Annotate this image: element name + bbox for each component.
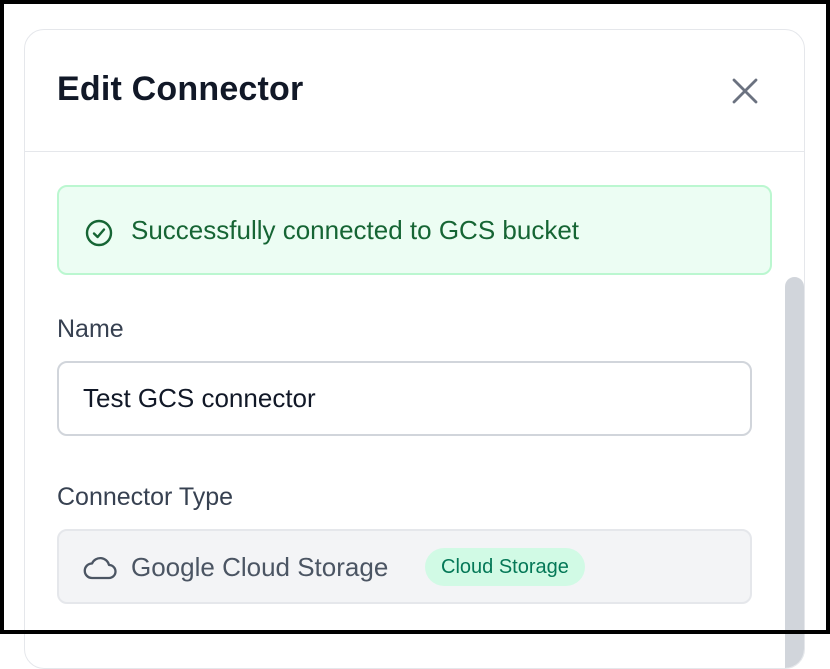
scrollbar-thumb[interactable] [785,277,804,668]
name-input[interactable] [57,361,752,436]
connector-type-field: Google Cloud Storage Cloud Storage [57,529,752,604]
alert-message: Successfully connected to GCS bucket [131,215,580,245]
cloud-icon [83,556,117,580]
close-button[interactable] [728,74,762,108]
connector-type-value: Google Cloud Storage [131,552,389,582]
dialog-title: Edit Connector [57,70,304,108]
connector-type-label: Connector Type [57,483,234,511]
edit-connector-dialog: Edit Connector Successfully connected to… [24,29,805,669]
dialog-header: Edit Connector [25,30,804,152]
success-alert: Successfully connected to GCS bucket [57,185,772,275]
check-circle-icon [85,219,113,247]
close-icon [732,78,758,104]
connector-type-badge: Cloud Storage [425,548,585,586]
name-label: Name [57,315,124,343]
